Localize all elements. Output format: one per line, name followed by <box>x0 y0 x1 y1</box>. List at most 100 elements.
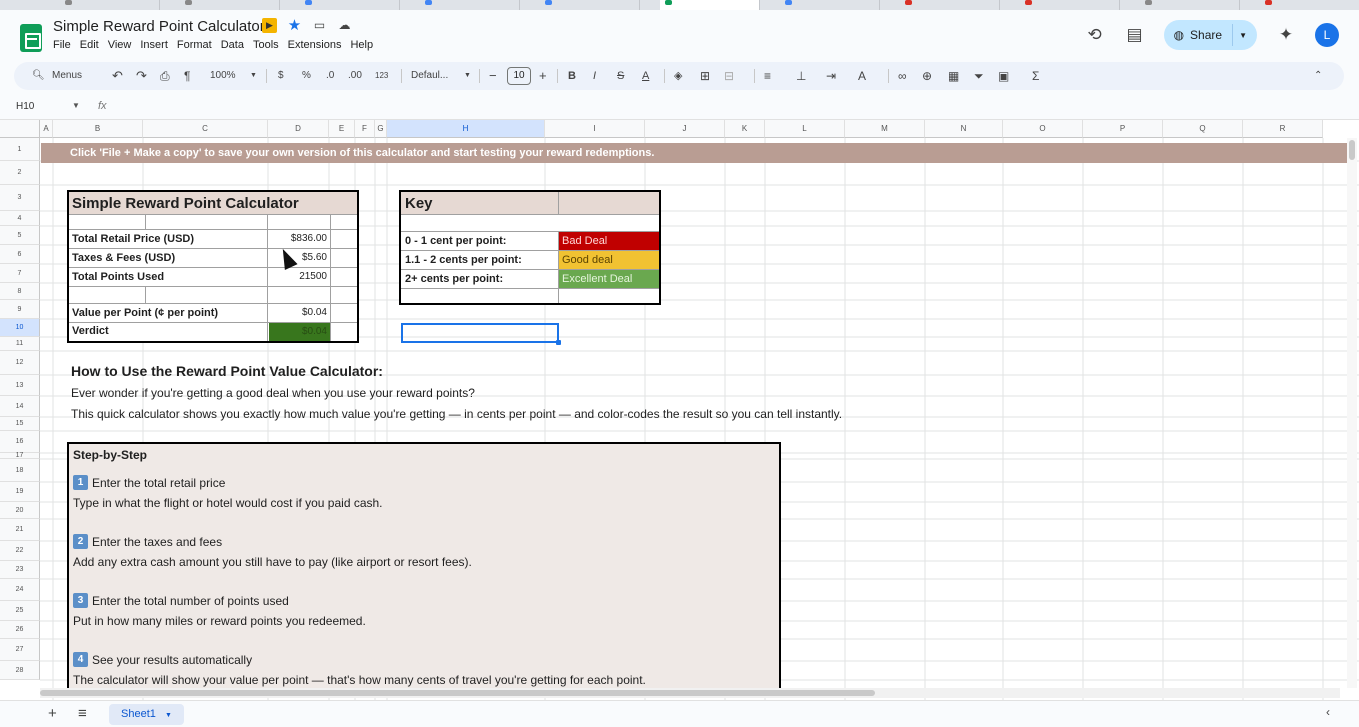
strikethrough-icon[interactable]: S <box>617 62 624 90</box>
step-4-title[interactable]: 4 See your results automatically <box>73 652 252 667</box>
horizontal-scrollbar[interactable] <box>40 688 1340 698</box>
column-header-r[interactable]: R <box>1243 120 1323 138</box>
insert-comment-icon[interactable]: ⊕ <box>922 62 932 90</box>
star-icon[interactable]: ★ <box>287 18 302 33</box>
font-size-decrease-button[interactable]: − <box>489 62 497 90</box>
print-icon[interactable]: ⎙ <box>160 62 170 90</box>
key-value-bad[interactable]: Bad Deal <box>562 235 607 247</box>
bold-icon[interactable]: B <box>568 62 576 90</box>
insert-chart-icon[interactable]: ▦ <box>948 62 959 90</box>
avatar[interactable]: L <box>1315 23 1339 47</box>
browser-tab[interactable] <box>180 0 280 10</box>
browser-tab-active[interactable] <box>660 0 760 10</box>
column-header-a[interactable]: A <box>40 120 53 138</box>
key-value-good[interactable]: Good deal <box>562 254 613 266</box>
borders-icon[interactable]: ⊞ <box>700 62 710 90</box>
menu-view[interactable]: View <box>108 39 132 51</box>
sheets-logo-icon[interactable] <box>20 24 42 52</box>
font-chevron-icon[interactable]: ▼ <box>464 62 471 90</box>
active-cell-selection[interactable] <box>401 323 561 345</box>
share-button[interactable]: ◍ Share ▼ <box>1163 20 1257 50</box>
zoom-select[interactable]: 100% <box>210 62 236 90</box>
move-folder-icon[interactable]: ▭ <box>312 18 327 33</box>
search-icon[interactable]: 🔍︎ <box>32 62 45 90</box>
italic-icon[interactable]: I <box>593 62 596 90</box>
column-header-p[interactable]: P <box>1083 120 1163 138</box>
browser-tab[interactable] <box>300 0 400 10</box>
step-2-title[interactable]: 2 Enter the taxes and fees <box>73 534 222 549</box>
step-4-desc[interactable]: The calculator will show your value per … <box>73 673 646 687</box>
column-header-m[interactable]: M <box>845 120 925 138</box>
browser-tab[interactable] <box>1140 0 1240 10</box>
number-format-button[interactable]: 123 <box>375 62 388 90</box>
row-header-28[interactable]: 28 <box>0 661 40 680</box>
browser-tab[interactable] <box>1260 0 1359 10</box>
browser-tab[interactable] <box>60 0 160 10</box>
row-header-15[interactable]: 15 <box>0 417 40 431</box>
menu-extensions[interactable]: Extensions <box>288 39 342 51</box>
howto-title[interactable]: How to Use the Reward Point Value Calcul… <box>71 363 383 379</box>
column-header-n[interactable]: N <box>925 120 1003 138</box>
row-header-5[interactable]: 5 <box>0 226 40 245</box>
comments-icon[interactable]: ▤ <box>1124 24 1146 46</box>
text-color-icon[interactable]: A <box>642 62 649 90</box>
row-header-8[interactable]: 8 <box>0 283 40 300</box>
column-header-l[interactable]: L <box>765 120 845 138</box>
row-header-11[interactable]: 11 <box>0 337 40 351</box>
column-header-f[interactable]: F <box>355 120 375 138</box>
font-size-increase-button[interactable]: + <box>539 62 547 90</box>
paint-format-icon[interactable]: ¶ <box>184 62 190 90</box>
menu-help[interactable]: Help <box>350 39 373 51</box>
select-all-corner[interactable] <box>0 120 40 138</box>
sheet-tab-sheet1[interactable]: Sheet1 ▼ <box>109 704 184 725</box>
row-header-20[interactable]: 20 <box>0 502 40 519</box>
filter-icon[interactable]: ⏷ <box>974 62 984 90</box>
row-header-9[interactable]: 9 <box>0 300 40 319</box>
row-header-24[interactable]: 24 <box>0 579 40 601</box>
row-header-12[interactable]: 12 <box>0 351 40 375</box>
row-header-16[interactable]: 16 <box>0 431 40 453</box>
cloud-status-icon[interactable]: ☁ <box>337 18 352 33</box>
row-header-10[interactable]: 10 <box>0 319 40 337</box>
menu-edit[interactable]: Edit <box>80 39 99 51</box>
row-header-2[interactable]: 2 <box>0 161 40 185</box>
value-per-point[interactable]: $0.04 <box>269 307 327 318</box>
menu-tools[interactable]: Tools <box>253 39 279 51</box>
name-box-chevron-icon[interactable]: ▼ <box>72 101 80 110</box>
row-header-18[interactable]: 18 <box>0 459 40 482</box>
browser-tab[interactable] <box>540 0 640 10</box>
column-header-q[interactable]: Q <box>1163 120 1243 138</box>
percent-format-button[interactable]: % <box>302 62 311 90</box>
apps-script-icon[interactable]: ▶ <box>262 18 277 33</box>
column-header-e[interactable]: E <box>329 120 355 138</box>
insert-link-icon[interactable]: ∞ <box>898 62 907 90</box>
row-header-22[interactable]: 22 <box>0 541 40 561</box>
key-title[interactable]: Key <box>405 195 433 212</box>
row-header-4[interactable]: 4 <box>0 211 40 226</box>
horizontal-align-icon[interactable]: ≡ <box>764 62 771 90</box>
value-retail-price[interactable]: $836.00 <box>269 233 327 244</box>
text-rotation-icon[interactable]: A <box>858 62 866 90</box>
menus-search-label[interactable]: Menus <box>52 62 82 90</box>
browser-tab[interactable] <box>1020 0 1120 10</box>
collapse-sidebar-icon[interactable]: ‹ <box>1326 705 1330 719</box>
decrease-decimal-button[interactable]: .0 <box>326 62 334 90</box>
undo-icon[interactable]: ↶ <box>112 62 123 90</box>
vertical-scrollbar[interactable] <box>1347 138 1357 688</box>
name-box[interactable]: H10 <box>16 101 34 112</box>
row-header-21[interactable]: 21 <box>0 519 40 541</box>
column-header-d[interactable]: D <box>268 120 329 138</box>
document-title[interactable]: Simple Reward Point Calculator <box>53 18 265 35</box>
calculator-title[interactable]: Simple Reward Point Calculator <box>72 195 299 212</box>
row-header-25[interactable]: 25 <box>0 601 40 621</box>
step-3-title[interactable]: 3 Enter the total number of points used <box>73 593 289 608</box>
row-header-3[interactable]: 3 <box>0 185 40 211</box>
filter-views-icon[interactable]: ▣ <box>998 62 1009 90</box>
sheet-tab-chevron-icon[interactable]: ▼ <box>165 712 172 719</box>
step-1-desc[interactable]: Type in what the flight or hotel would c… <box>73 496 383 510</box>
add-sheet-icon[interactable]: + <box>48 705 57 722</box>
key-value-excellent[interactable]: Excellent Deal <box>562 273 632 285</box>
row-header-27[interactable]: 27 <box>0 639 40 661</box>
menu-data[interactable]: Data <box>221 39 244 51</box>
row-header-19[interactable]: 19 <box>0 482 40 502</box>
